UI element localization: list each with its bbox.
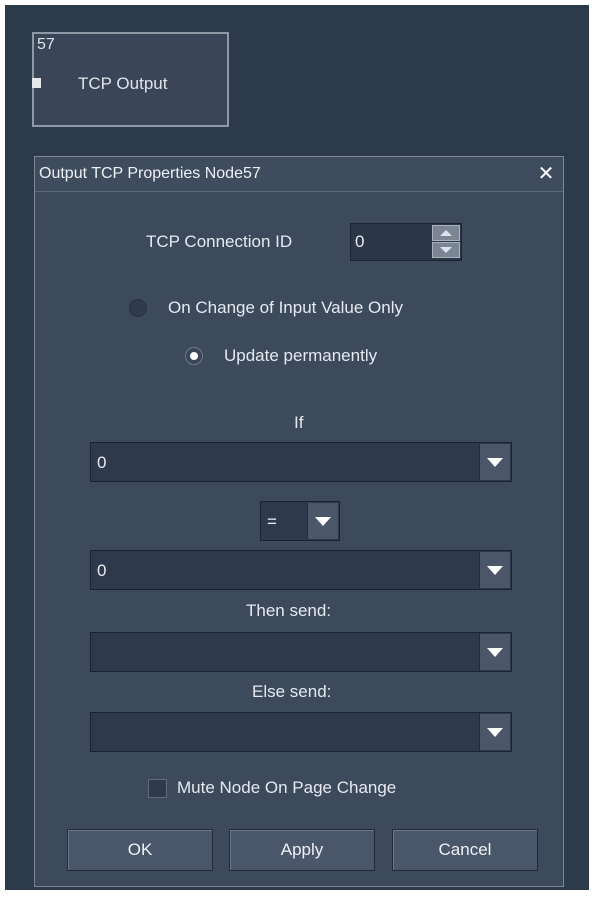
ok-button[interactable]: OK (67, 829, 213, 871)
then-send-label: Then send: (246, 601, 332, 620)
if-value-combo[interactable]: 0 (90, 442, 512, 482)
radio-on-change[interactable] (129, 299, 147, 317)
dropdown-button[interactable] (479, 634, 510, 670)
properties-dialog: Output TCP Properties Node57 ✕ TCP Conne… (34, 156, 564, 887)
dropdown-button[interactable] (479, 552, 510, 588)
if-label: If (294, 413, 304, 432)
node-number: 57 (37, 36, 55, 53)
dropdown-button[interactable] (307, 503, 338, 539)
operator-combo[interactable]: = (260, 501, 340, 541)
node-editor-canvas: 57 TCP Output Output TCP Properties Node… (5, 5, 589, 890)
compare-value-combo[interactable]: 0 (90, 550, 512, 590)
cancel-button[interactable]: Cancel (392, 829, 538, 871)
dropdown-button[interactable] (479, 444, 510, 480)
chevron-down-icon (315, 516, 331, 526)
node-input-port[interactable] (32, 78, 41, 88)
chevron-down-icon (487, 565, 503, 575)
spin-down-button[interactable] (432, 242, 460, 258)
radio-on-change-label[interactable]: On Change of Input Value Only (168, 298, 403, 318)
chevron-down-icon (487, 727, 503, 737)
dropdown-button[interactable] (479, 714, 510, 750)
spin-buttons (432, 225, 460, 259)
tcp-output-node[interactable]: 57 TCP Output (32, 32, 229, 127)
tcp-connection-id-spinbox[interactable]: 0 (350, 223, 462, 261)
compare-value: 0 (97, 561, 107, 580)
chevron-down-icon (487, 457, 503, 467)
tcp-connection-label: TCP Connection ID (146, 232, 293, 251)
chevron-down-icon (487, 647, 503, 657)
apply-button[interactable]: Apply (229, 829, 375, 871)
tcp-connection-id-value: 0 (355, 232, 365, 251)
mute-node-label[interactable]: Mute Node On Page Change (177, 778, 396, 798)
radio-update-label[interactable]: Update permanently (224, 346, 377, 366)
if-value: 0 (97, 453, 107, 472)
else-send-label: Else send: (252, 682, 332, 701)
else-send-combo[interactable] (90, 712, 512, 752)
arrow-down-icon (440, 247, 452, 253)
operator-value: = (267, 512, 277, 531)
radio-update-permanently[interactable] (185, 347, 203, 365)
spin-up-button[interactable] (432, 225, 460, 241)
mute-node-checkbox[interactable] (148, 779, 167, 798)
arrow-up-icon (440, 230, 452, 236)
then-send-combo[interactable] (90, 632, 512, 672)
node-title: TCP Output (78, 74, 168, 93)
dialog-body: TCP Connection ID 0 On Change of Input V… (35, 157, 563, 886)
